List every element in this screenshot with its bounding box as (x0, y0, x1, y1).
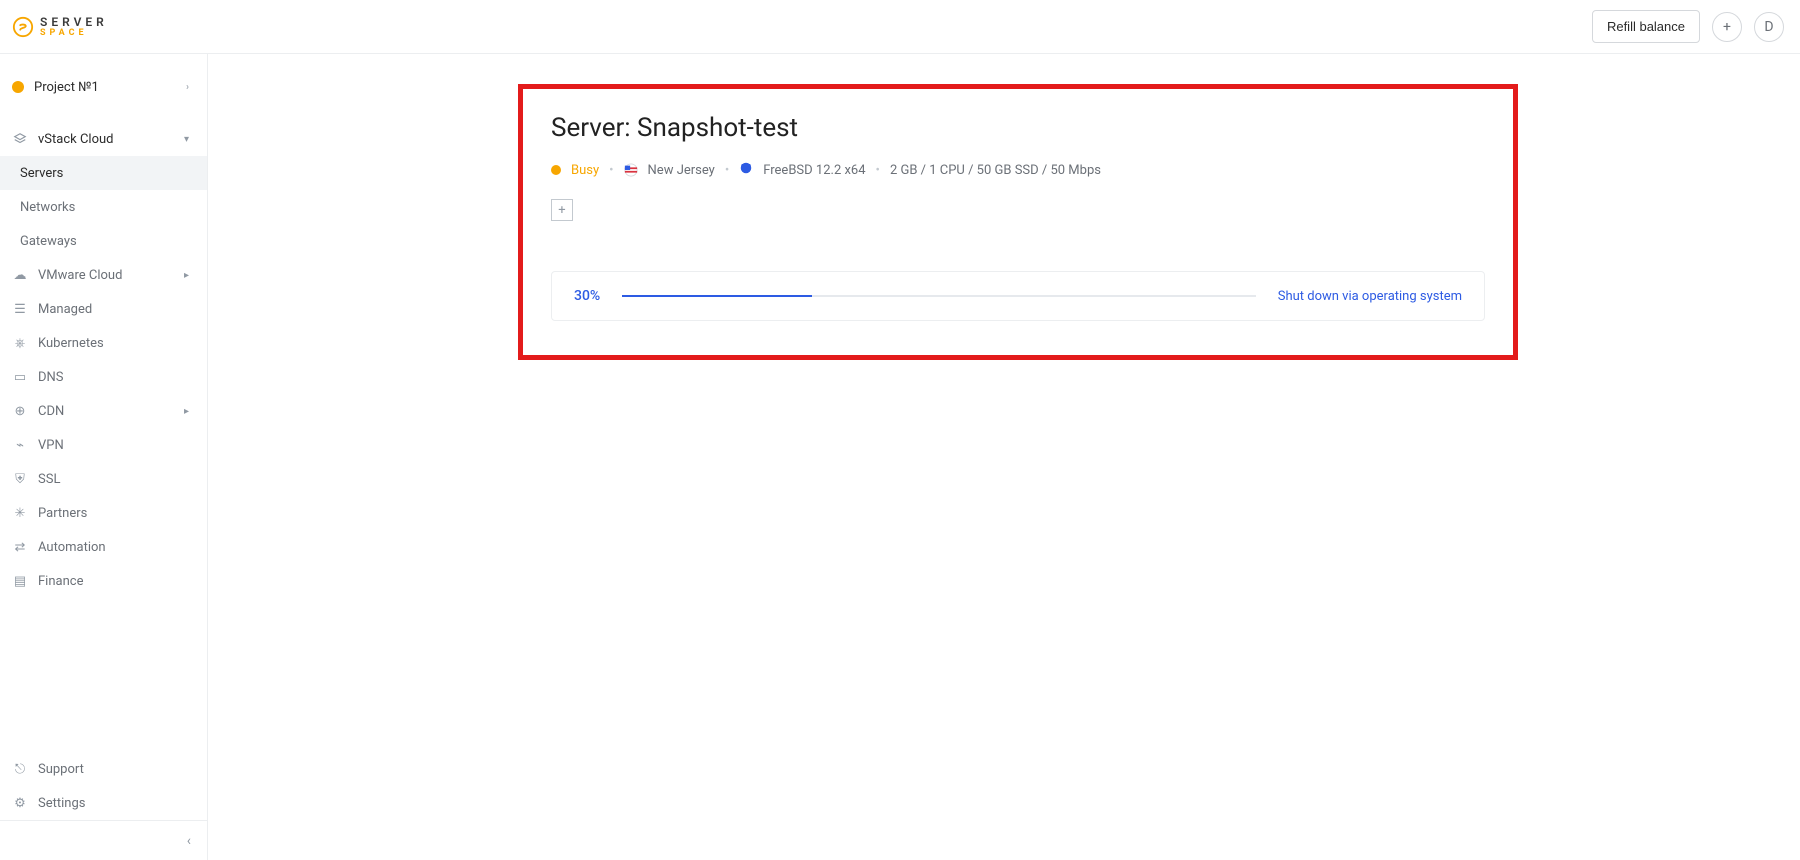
sidebar-item-support[interactable]: ⎋ Support (0, 752, 207, 786)
sidebar-item-dns[interactable]: ▭ DNS (0, 360, 207, 394)
main-content: Server: Snapshot-test Busy • New Jersey … (208, 54, 1800, 860)
support-icon: ⎋ (12, 762, 28, 777)
sidebar-item-label: CDN (38, 404, 174, 419)
sidebar: Project №1 › vStack Cloud ▾ Servers Netw… (0, 54, 208, 860)
gear-icon: ⚙ (12, 796, 28, 811)
chevron-down-icon: ▾ (184, 134, 189, 145)
os-text: FreeBSD 12.2 x64 (763, 163, 865, 178)
page-title: Server: Snapshot-test (551, 113, 1485, 143)
finance-icon: ▤ (12, 574, 28, 589)
sidebar-item-vpn[interactable]: ⌁ VPN (0, 428, 207, 462)
sidebar-item-label: Partners (38, 506, 189, 521)
progress-card: 30% Shut down via operating system (551, 271, 1485, 321)
chevron-right-icon: ▸ (184, 270, 189, 281)
sidebar-item-partners[interactable]: ✳ Partners (0, 496, 207, 530)
logo-text-top: SERVER (40, 16, 108, 28)
cloud-icon: ☁ (12, 268, 28, 283)
sidebar-item-finance[interactable]: ▤ Finance (0, 564, 207, 598)
meta-separator: • (876, 163, 880, 178)
kubernetes-icon: ⎈ (12, 336, 28, 351)
sidebar-item-automation[interactable]: ⇄ Automation (0, 530, 207, 564)
sidebar-collapse-toggle[interactable]: ‹ (0, 820, 207, 860)
sidebar-item-label: vStack Cloud (38, 132, 174, 147)
project-selector[interactable]: Project №1 › (0, 70, 207, 104)
add-button[interactable]: + (1712, 12, 1742, 42)
avatar[interactable]: D (1754, 12, 1784, 42)
progress-percent: 30% (574, 288, 600, 304)
sidebar-item-label: Servers (20, 166, 189, 181)
sidebar-item-label: Settings (38, 796, 189, 811)
progress-bar (622, 295, 1256, 297)
automation-icon: ⇄ (12, 540, 28, 555)
sidebar-item-label: Automation (38, 540, 189, 555)
chevron-right-icon: ▸ (184, 406, 189, 417)
sidebar-item-ssl[interactable]: ⛨ SSL (0, 462, 207, 496)
topbar: SERVER SPACE Refill balance + D (0, 0, 1800, 54)
sidebar-item-label: Finance (38, 574, 189, 589)
sidebar-item-gateways[interactable]: Gateways (0, 224, 207, 258)
sidebar-item-settings[interactable]: ⚙ Settings (0, 786, 207, 820)
shell: Project №1 › vStack Cloud ▾ Servers Netw… (0, 54, 1800, 860)
shutdown-link[interactable]: Shut down via operating system (1278, 289, 1462, 304)
status-text: Busy (571, 163, 599, 178)
sidebar-item-servers[interactable]: Servers (0, 156, 207, 190)
sidebar-item-managed[interactable]: ☰ Managed (0, 292, 207, 326)
sidebar-item-networks[interactable]: Networks (0, 190, 207, 224)
sidebar-item-label: VMware Cloud (38, 268, 174, 283)
freebsd-icon (739, 161, 753, 179)
sidebar-item-label: VPN (38, 438, 189, 453)
meta-separator: • (609, 163, 613, 178)
plus-icon: + (1723, 19, 1731, 35)
shield-icon: ⛨ (12, 472, 28, 487)
server-panel: Server: Snapshot-test Busy • New Jersey … (518, 84, 1518, 360)
cdn-icon: ⊕ (12, 404, 28, 419)
sidebar-item-label: Kubernetes (38, 336, 189, 351)
chevron-right-icon: › (186, 82, 189, 93)
sidebar-item-cdn[interactable]: ⊕ CDN ▸ (0, 394, 207, 428)
sidebar-item-vmware-cloud[interactable]: ☁ VMware Cloud ▸ (0, 258, 207, 292)
logo[interactable]: SERVER SPACE (12, 16, 108, 38)
sidebar-item-label: Networks (20, 200, 189, 215)
status-dot-icon (551, 165, 561, 175)
specs-text: 2 GB / 1 CPU / 50 GB SSD / 50 Mbps (890, 163, 1101, 178)
server-meta: Busy • New Jersey • FreeBSD 12.2 x64 • (551, 161, 1485, 179)
logo-mark-icon (12, 16, 34, 38)
vpn-icon: ⌁ (12, 438, 28, 453)
progress-bar-fill (622, 295, 812, 297)
plus-icon: + (558, 203, 565, 218)
sidebar-item-vstack-cloud[interactable]: vStack Cloud ▾ (0, 122, 207, 156)
sidebar-item-label: DNS (38, 370, 189, 385)
stack-icon (12, 132, 28, 146)
partners-icon: ✳ (12, 506, 28, 521)
sidebar-item-label: Gateways (20, 234, 189, 249)
logo-text-sub: SPACE (40, 28, 108, 38)
sidebar-item-kubernetes[interactable]: ⎈ Kubernetes (0, 326, 207, 360)
sidebar-item-label: Managed (38, 302, 189, 317)
location-text: New Jersey (648, 163, 715, 178)
refill-balance-button[interactable]: Refill balance (1592, 10, 1700, 43)
logo-text-wrap: SERVER SPACE (40, 16, 108, 38)
sidebar-item-label: Support (38, 762, 189, 777)
project-label: Project №1 (34, 80, 176, 95)
dns-icon: ▭ (12, 370, 28, 385)
chevron-left-icon: ‹ (187, 833, 191, 849)
us-flag-icon (624, 163, 638, 177)
topbar-right: Refill balance + D (1592, 10, 1784, 43)
sidebar-item-label: SSL (38, 472, 189, 487)
managed-icon: ☰ (12, 302, 28, 317)
project-dot-icon (12, 81, 24, 93)
add-tag-button[interactable]: + (551, 199, 573, 221)
meta-separator: • (725, 163, 729, 178)
